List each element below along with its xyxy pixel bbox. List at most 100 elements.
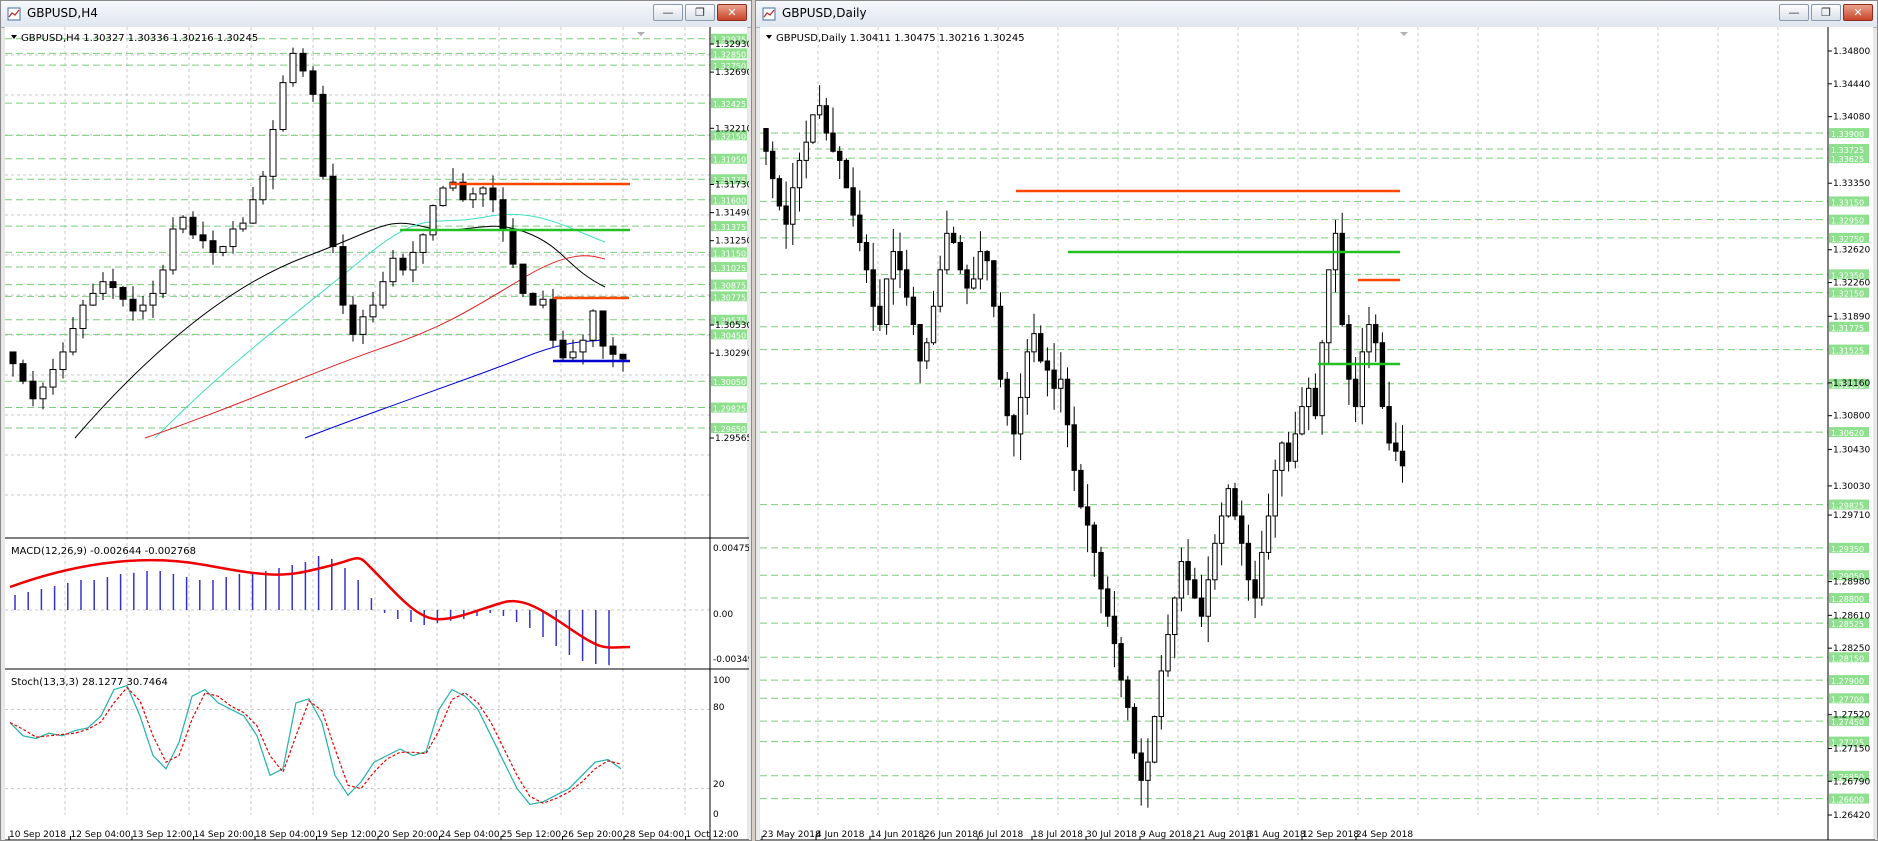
candle-body [1058,378,1064,389]
chart-window-daily[interactable]: GBPUSD,Daily — ❐ ✕ 1.33900 1.33725 1.33625 1.… [755,0,1878,841]
candle-body [1312,387,1319,417]
time-label: 28 Sep 04:00 [624,830,684,840]
chart-window-h4[interactable]: GBPUSD,H4 — ❐ ✕ 1.32975 1.32850 1.32750 1.324… [0,0,752,841]
candle-body [1192,579,1198,599]
restore-button[interactable]: ❐ [1811,4,1841,21]
restore-icon: ❐ [695,6,705,19]
time-label: 4 Jun 2018 [816,830,865,840]
time-label: 13 Sep 12:00 [132,830,192,840]
candle-body [479,187,487,195]
candle-body [329,175,337,248]
chart-svg[interactable]: 1.329751.328501.327501.324251.321501.319… [5,27,751,841]
candle-body [1319,342,1325,417]
candle-body [783,205,789,225]
candle-body [1145,761,1151,781]
window-titlebar[interactable]: GBPUSD,H4 — ❐ ✕ [1,1,751,28]
level-tag-label: 1.31600 [713,197,746,206]
time-label: 21 Aug 2018 [1194,830,1252,840]
price-label: 1.26420 [1833,811,1870,821]
close-icon: ✕ [727,6,737,19]
candle-body [977,251,984,280]
minimize-button[interactable]: — [653,4,683,21]
chart-canvas[interactable]: 1.33900 1.33725 1.33625 1.33150 1.32950 1.327… [760,27,1875,841]
candle-body [924,342,930,362]
level-tag-label: 1.32150 [1831,290,1864,299]
price-label: 1.31490 [715,209,749,219]
candle-body [439,187,447,207]
close-button[interactable]: ✕ [1843,4,1873,21]
candle-body [1131,706,1138,754]
price-label: 1.28250 [1833,644,1870,654]
chart-info: GBPUSD,H4 1.30327 1.30336 1.30216 1.3024… [11,32,751,820]
price-label: 1.33350 [1833,179,1870,189]
candle-body [619,353,627,360]
price-axis: 1.339001.337251.336251.331501.329501.327… [1828,47,1870,821]
level-tag-label: 1.26600 [1831,796,1864,805]
price-label: 1.32210 [715,124,749,134]
macd-axis-bottom: -0.00349 [713,655,749,665]
price-label: 1.34800 [1833,47,1870,57]
candle-body [599,310,607,347]
candle-body [1071,424,1077,471]
dropdown-triangle-icon [766,35,772,39]
candle-body [937,269,943,307]
window-title: GBPUSD,Daily [782,6,867,20]
chart-svg[interactable]: 1.339001.337251.336251.331501.329501.327… [760,27,1875,841]
candle-body [199,234,207,242]
level-tag-label: 1.33900 [1831,130,1864,139]
candle-body [209,240,217,253]
restore-button[interactable]: ❐ [685,4,715,21]
candle-body [139,304,147,312]
price-label: 1.30800 [1833,412,1870,422]
level-tag-label: 1.28800 [1831,595,1864,604]
price-label: 1.34080 [1833,113,1870,123]
level-tag-label: 1.31775 [1831,324,1864,333]
level-tag-label: 1.30775 [713,293,746,302]
time-label: 9 Aug 2018 [1140,830,1192,840]
candle-body [559,339,567,359]
stoch-axis-20: 20 [713,780,725,790]
candle-body [971,278,977,289]
candle-body [1212,542,1218,581]
candle-body [770,150,776,180]
time-label: 23 May 2018 [762,830,821,840]
shift-marker-icon[interactable] [637,32,645,36]
candle-body [1004,378,1010,417]
candle-body [997,305,1004,380]
price-label: 1.30030 [1833,482,1870,492]
time-label: 31 Aug 2018 [1248,830,1306,840]
price-label: 1.26790 [1833,777,1870,787]
time-label: 12 Sep 04:00 [71,830,131,840]
level-tag-label: 1.30450 [713,331,746,340]
price-label: 1.28610 [1833,611,1870,621]
candle-body [1272,469,1278,517]
level-tag-label: 1.31150 [713,249,746,258]
candle-body [796,159,803,189]
time-label: 14 Jun 2018 [870,830,924,840]
candle-body [1218,515,1225,544]
restore-icon: ❐ [1821,6,1831,19]
candle-body [319,93,327,177]
candle-body [1138,752,1144,781]
minimize-button[interactable]: — [1779,4,1809,21]
candle-body [569,351,577,359]
candle-body [189,216,197,236]
window-titlebar[interactable]: GBPUSD,Daily — ❐ ✕ [756,1,1877,28]
chart-info: GBPUSD,Daily 1.30411 1.30475 1.30216 1.3… [766,32,1408,44]
price-label: 1.30430 [1833,445,1870,455]
candle-body [1306,387,1312,408]
candle-body [810,114,816,143]
close-button[interactable]: ✕ [717,4,747,21]
level-tag-label: 1.27900 [1831,677,1864,686]
macd-indicator [5,556,710,666]
candle-body [159,269,167,294]
chart-canvas[interactable]: 1.32975 1.32850 1.32750 1.32425 1.32150 1.319… [5,27,751,841]
candle-body [489,187,497,201]
level-tag-label: 1.33625 [1831,155,1864,164]
candle-body [179,216,187,230]
candle-body [549,298,557,341]
candle-body [519,263,527,294]
time-label: 18 Jul 2018 [1032,830,1083,840]
time-label: 10 Sep 2018 [9,830,66,840]
shift-marker-icon[interactable] [1400,32,1408,36]
